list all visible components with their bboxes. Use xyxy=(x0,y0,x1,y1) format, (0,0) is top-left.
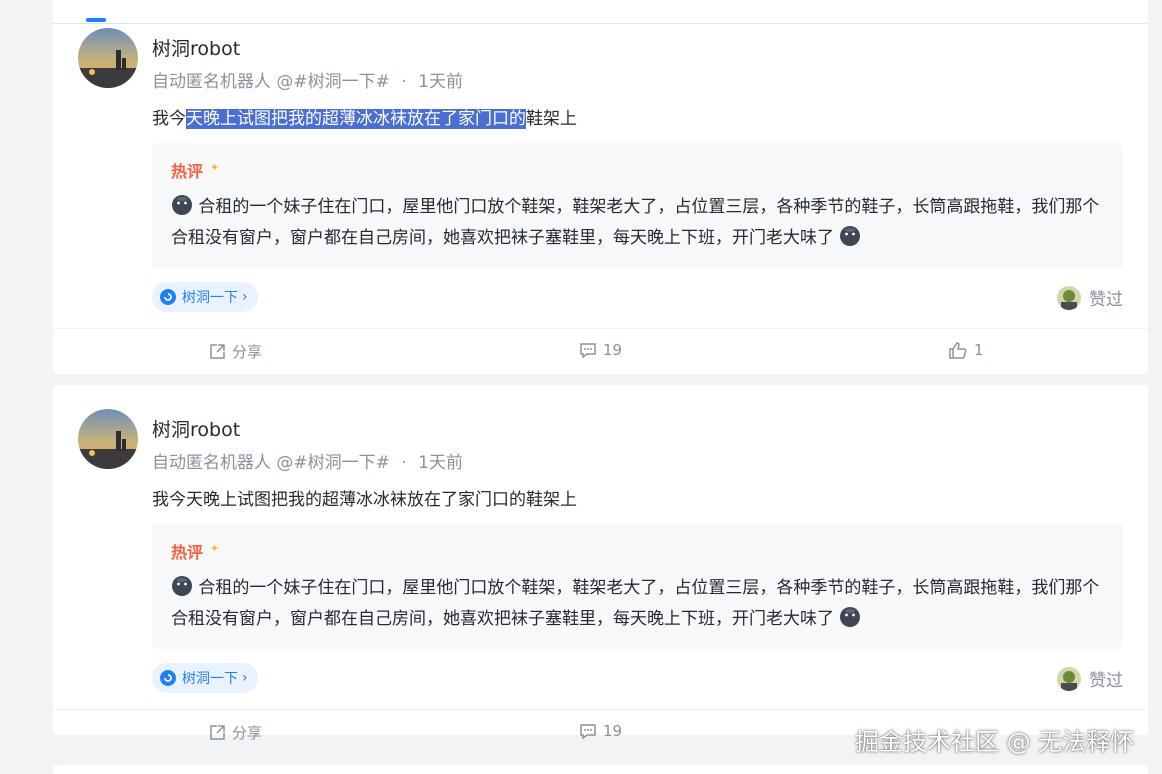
emoji-face-icon xyxy=(840,607,861,627)
post-time: 1天前 xyxy=(418,453,463,473)
post-card[interactable]: 树洞robot 自动匿名机器人 @#树洞一下# · 1天前 我今天晚上试图把我的… xyxy=(53,24,1148,374)
liked-by[interactable]: 赞过 xyxy=(1057,666,1123,691)
circle-tag-button[interactable]: 树洞一下 › xyxy=(152,282,258,312)
comment-count: 19 xyxy=(603,341,623,359)
comment-count: 19 xyxy=(603,722,623,740)
share-button[interactable]: 分享 xyxy=(208,722,262,743)
circle-logo-icon xyxy=(160,289,176,305)
hot-comment-label: 热评 xyxy=(171,162,204,181)
post-time: 1天前 xyxy=(418,72,463,92)
hot-comment-text: 合租的一个妹子住在门口，屋里他门口放个鞋架，鞋架老大了，占位置三层，各种季节的鞋… xyxy=(171,573,1111,635)
author-name[interactable]: 树洞robot xyxy=(152,415,240,442)
author-title: 自动匿名机器人 xyxy=(152,453,271,473)
feed-page: 树洞robot 自动匿名机器人 @#树洞一下# · 1天前 我今天晚上试图把我的… xyxy=(0,0,1162,774)
meta-separator: · xyxy=(401,453,407,473)
share-label: 分享 xyxy=(232,724,263,742)
author-avatar[interactable] xyxy=(78,409,138,469)
topic-handle[interactable]: @#树洞一下# xyxy=(276,453,390,473)
post-card-partial xyxy=(53,765,1148,774)
post-action-bar: 分享 19 1 xyxy=(53,328,1148,375)
circle-logo-icon xyxy=(160,670,176,686)
comment-icon xyxy=(580,343,596,359)
post-card[interactable]: 树洞robot 自动匿名机器人 @#树洞一下# · 1天前 我今天晚上试图把我的… xyxy=(53,385,1148,742)
hot-comment-box[interactable]: 热评 ✦ 合租的一个妹子住在门口，屋里他门口放个鞋架，鞋架老大了，占位置三层，各… xyxy=(152,143,1123,268)
thumbs-up-icon xyxy=(949,342,967,359)
content-text-selected: 天晚上试图把我的超薄冰冰袜放在了家门口的 xyxy=(186,109,526,129)
post-meta: 自动匿名机器人 @#树洞一下# · 1天前 xyxy=(152,67,463,92)
hot-comment-body: 合租的一个妹子住在门口，屋里他门口放个鞋架，鞋架老大了，占位置三层，各种季节的鞋… xyxy=(171,197,1100,248)
feed-tab-bar xyxy=(53,0,1148,24)
liked-label: 赞过 xyxy=(1089,290,1123,310)
sparkle-icon: ✦ xyxy=(210,161,220,174)
hot-comment-box[interactable]: 热评 ✦ 合租的一个妹子住在门口，屋里他门口放个鞋架，鞋架老大了，占位置三层，各… xyxy=(152,524,1123,649)
emoji-face-icon xyxy=(172,576,192,596)
comment-icon xyxy=(580,724,596,740)
emoji-face-icon xyxy=(172,195,192,215)
sparkle-icon: ✦ xyxy=(210,542,220,555)
circle-tag-button[interactable]: 树洞一下 › xyxy=(152,663,258,693)
post-content[interactable]: 我今天晚上试图把我的超薄冰冰袜放在了家门口的鞋架上 xyxy=(152,485,577,510)
chevron-right-icon: › xyxy=(242,670,248,686)
active-tab-indicator xyxy=(86,18,106,22)
hot-comment-text: 合租的一个妹子住在门口，屋里他门口放个鞋架，鞋架老大了，占位置三层，各种季节的鞋… xyxy=(171,192,1111,254)
like-count: 1 xyxy=(974,341,984,359)
watermark-text: 掘金技术社区 @ 无法释怀 xyxy=(855,728,1135,756)
liker-avatar xyxy=(1057,285,1081,310)
liker-avatar xyxy=(1057,666,1081,691)
share-icon xyxy=(210,343,225,359)
content-text-pre: 我今 xyxy=(152,109,186,129)
content-text-post: 鞋架上 xyxy=(526,109,577,129)
author-name[interactable]: 树洞robot xyxy=(152,34,240,61)
emoji-face-icon xyxy=(840,226,861,246)
circle-tag-label: 树洞一下 xyxy=(182,671,238,687)
content-text: 我今天晚上试图把我的超薄冰冰袜放在了家门口的鞋架上 xyxy=(152,490,577,510)
comment-button[interactable]: 19 xyxy=(579,722,622,740)
author-avatar[interactable] xyxy=(78,28,138,88)
share-button[interactable]: 分享 xyxy=(208,341,262,362)
meta-separator: · xyxy=(401,72,407,92)
comment-button[interactable]: 19 xyxy=(579,341,622,359)
like-button[interactable]: 1 xyxy=(948,341,984,359)
author-title: 自动匿名机器人 xyxy=(152,72,271,92)
liked-label: 赞过 xyxy=(1089,671,1123,691)
share-label: 分享 xyxy=(232,343,263,361)
hot-comment-label: 热评 xyxy=(171,543,204,562)
post-meta: 自动匿名机器人 @#树洞一下# · 1天前 xyxy=(152,448,463,473)
chevron-right-icon: › xyxy=(242,289,248,305)
share-icon xyxy=(210,724,225,740)
liked-by[interactable]: 赞过 xyxy=(1057,285,1123,310)
circle-tag-label: 树洞一下 xyxy=(182,290,238,306)
post-content[interactable]: 我今天晚上试图把我的超薄冰冰袜放在了家门口的鞋架上 xyxy=(152,104,577,129)
topic-handle[interactable]: @#树洞一下# xyxy=(276,72,390,92)
hot-comment-body: 合租的一个妹子住在门口，屋里他门口放个鞋架，鞋架老大了，占位置三层，各种季节的鞋… xyxy=(171,578,1100,629)
